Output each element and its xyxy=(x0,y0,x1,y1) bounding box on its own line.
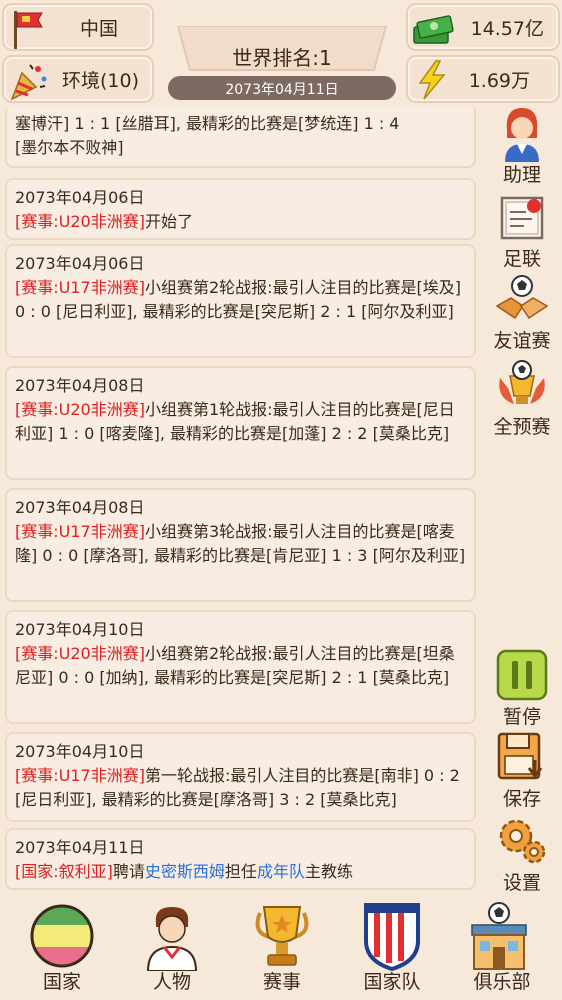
friendly-label: 友谊赛 xyxy=(493,330,551,352)
log-entry: 2073年04月08日 [赛事:U20非洲赛]小组赛第1轮战报:最引人注目的比赛… xyxy=(5,366,476,480)
bottom-nav: 国家 人物 赛事 国家队 俱乐部 xyxy=(0,895,562,1000)
assistant-label: 助理 xyxy=(502,164,541,186)
qualifiers-label: 全预赛 xyxy=(493,416,551,438)
nav-club[interactable]: 俱乐部 xyxy=(446,895,558,1000)
qualifiers-button[interactable]: 全预赛 xyxy=(482,358,562,438)
log-date: 2073年04月06日 xyxy=(15,254,145,273)
environment-panel[interactable]: 环境(10) xyxy=(2,55,154,103)
nav-people-label: 人物 xyxy=(152,971,191,993)
log-date: 2073年04月08日 xyxy=(15,376,145,395)
party-popper-icon xyxy=(10,64,47,101)
log-text: [赛事:U17非洲赛]第一轮战报:最引人注目的比赛是[南非] 0 : 2 [尼日… xyxy=(15,766,460,809)
team-shield-icon xyxy=(364,903,420,971)
nav-events[interactable]: 赛事 xyxy=(226,895,338,1000)
handshake-icon xyxy=(495,275,549,320)
log-date: 2073年04月08日 xyxy=(15,498,145,517)
log-date: 2073年04月11日 xyxy=(15,838,145,857)
country-name: 中国 xyxy=(80,17,119,40)
pause-icon xyxy=(496,649,548,701)
country-panel[interactable]: 中国 xyxy=(2,3,154,51)
log-text: [赛事:U17非洲赛]小组赛第3轮战报:最引人注目的比赛是[喀麦隆] 0 : 0… xyxy=(15,522,466,565)
assistant-button[interactable]: 助理 xyxy=(482,104,562,186)
settings-button[interactable]: 设置 xyxy=(482,814,562,894)
nav-events-label: 赛事 xyxy=(262,971,301,993)
log-entry: 2073年04月10日 [赛事:U17非洲赛]第一轮战报:最引人注目的比赛是[南… xyxy=(5,732,476,822)
friendly-button[interactable]: 友谊赛 xyxy=(482,274,562,354)
nav-national-team[interactable]: 国家队 xyxy=(336,895,448,1000)
environment-value: 环境(10) xyxy=(62,69,140,92)
world-rank-banner: 世界排名:1 2073年04月11日 xyxy=(160,26,404,100)
log-text: 塞博汗] 1 : 1 [丝腊耳], 最精彩的比赛是[梦统连] 1 : 4 [墨尔… xyxy=(15,114,400,157)
flag-icon xyxy=(14,11,43,49)
country-flag-circle-icon xyxy=(30,904,94,968)
save-floppy-icon xyxy=(497,732,543,780)
nav-people[interactable]: 人物 xyxy=(116,895,228,1000)
money-panel[interactable]: 14.57亿 xyxy=(406,3,560,51)
log-entry: 2073年04月08日 [赛事:U17非洲赛]小组赛第3轮战报:最引人注目的比赛… xyxy=(5,488,476,602)
log-text: [赛事:U17非洲赛]小组赛第2轮战报:最引人注目的比赛是[埃及] 0 : 0 … xyxy=(15,278,462,321)
energy-value: 1.69万 xyxy=(468,69,530,92)
nav-country-label: 国家 xyxy=(42,971,81,993)
settings-label: 设置 xyxy=(502,872,541,894)
assistant-avatar-icon xyxy=(505,108,539,162)
log-text: [赛事:U20非洲赛]小组赛第2轮战报:最引人注目的比赛是[坦桑尼亚] 0 : … xyxy=(15,644,455,687)
log-entry: 塞博汗] 1 : 1 [丝腊耳], 最精彩的比赛是[梦统连] 1 : 4 [墨尔… xyxy=(5,108,476,168)
lightning-icon xyxy=(418,60,446,100)
nav-club-label: 俱乐部 xyxy=(473,971,531,993)
pause-button[interactable]: 暂停 xyxy=(482,648,562,728)
current-date: 2073年04月11日 xyxy=(225,82,339,98)
save-button[interactable]: 保存 xyxy=(482,730,562,810)
energy-panel[interactable]: 1.69万 xyxy=(406,55,560,103)
gear-icon xyxy=(499,819,546,864)
club-building-icon xyxy=(471,902,527,970)
log-text: [赛事:U20非洲赛]小组赛第1轮战报:最引人注目的比赛是[尼日利亚] 1 : … xyxy=(15,400,455,443)
trophy-ball-icon xyxy=(499,360,545,404)
player-person-icon xyxy=(146,907,198,971)
association-button[interactable]: 足联 xyxy=(482,192,562,272)
association-label: 足联 xyxy=(502,248,541,270)
pause-label: 暂停 xyxy=(502,706,541,728)
money-value: 14.57亿 xyxy=(470,17,544,40)
log-date: 2073年04月06日 xyxy=(15,188,145,207)
save-label: 保存 xyxy=(502,788,541,810)
log-date: 2073年04月10日 xyxy=(15,620,145,639)
trophy-icon xyxy=(255,906,309,966)
news-log[interactable]: 塞博汗] 1 : 1 [丝腊耳], 最精彩的比赛是[梦统连] 1 : 4 [墨尔… xyxy=(0,108,480,894)
world-rank: 世界排名:1 xyxy=(232,46,332,70)
log-entry: 2073年04月06日 [赛事:U20非洲赛]开始了 xyxy=(5,178,476,240)
nav-national-team-label: 国家队 xyxy=(363,971,421,993)
log-text: [国家:叙利亚]聘请史密斯西姆担任成年队主教练 xyxy=(15,862,353,881)
certificate-icon xyxy=(500,196,544,240)
log-entry: 2073年04月11日 [国家:叙利亚]聘请史密斯西姆担任成年队主教练 xyxy=(5,828,476,890)
log-date: 2073年04月10日 xyxy=(15,742,145,761)
nav-country[interactable]: 国家 xyxy=(6,895,118,1000)
log-entry: 2073年04月06日 [赛事:U17非洲赛]小组赛第2轮战报:最引人注目的比赛… xyxy=(5,244,476,358)
money-stack-icon xyxy=(413,15,454,44)
log-entry: 2073年04月10日 [赛事:U20非洲赛]小组赛第2轮战报:最引人注目的比赛… xyxy=(5,610,476,724)
log-text: [赛事:U20非洲赛]开始了 xyxy=(15,212,193,231)
